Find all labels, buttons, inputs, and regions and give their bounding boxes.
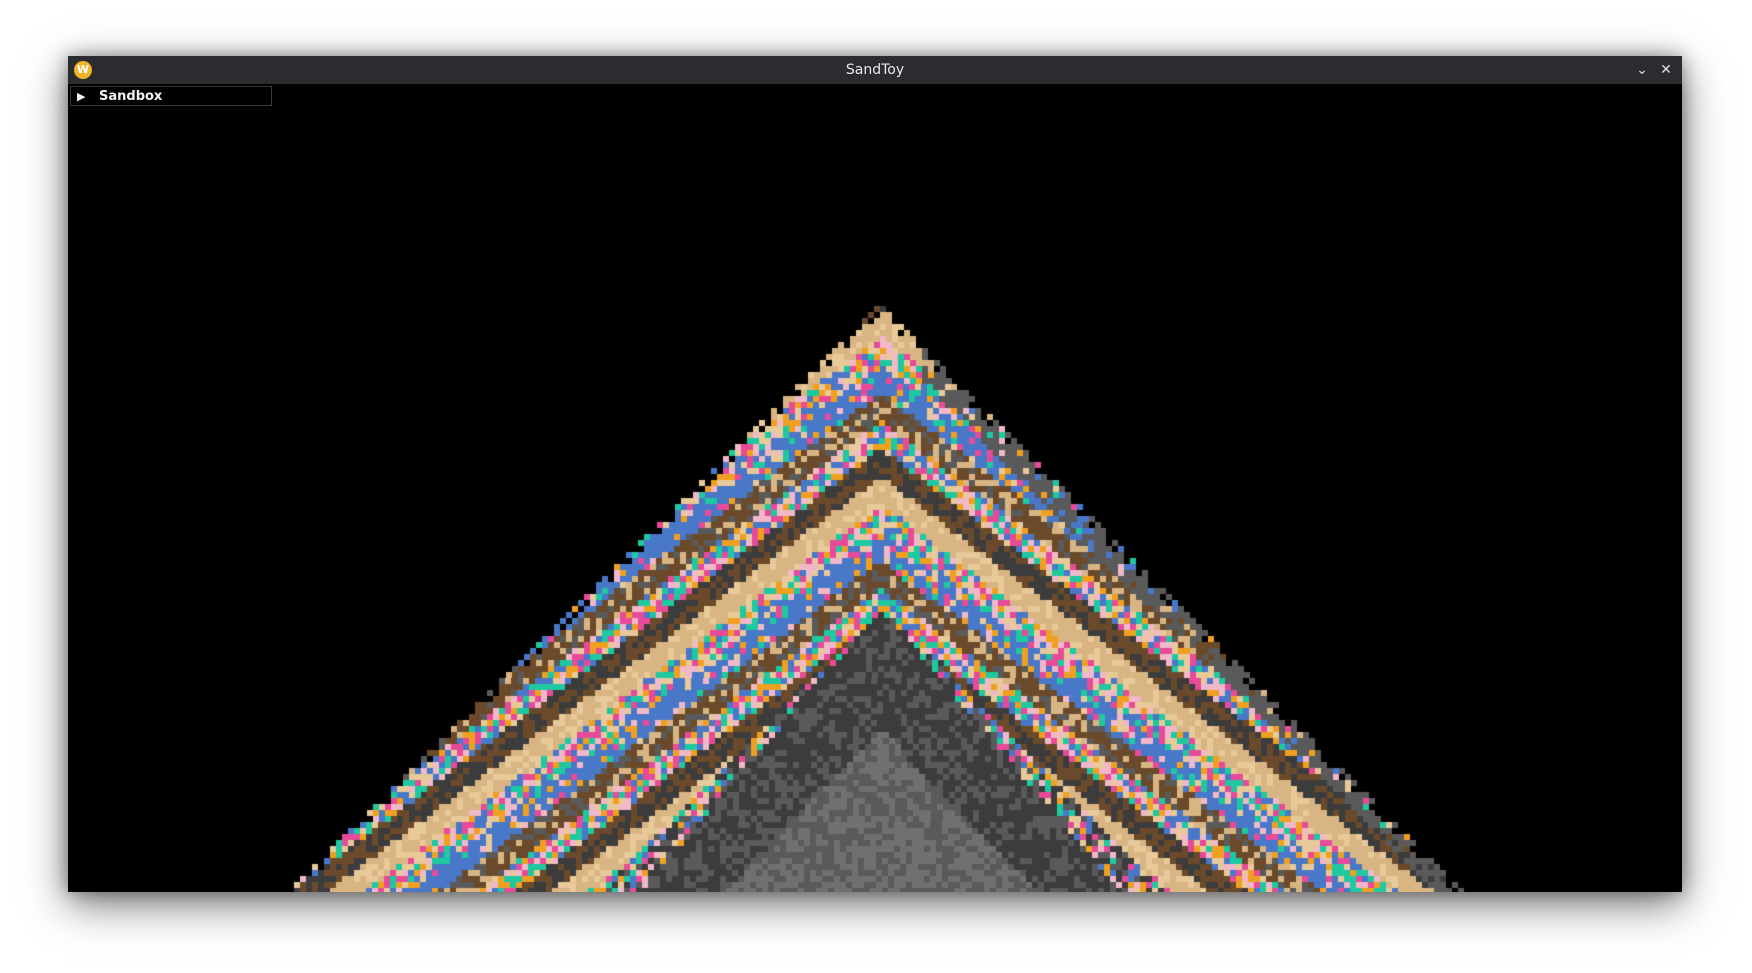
close-icon: ✕	[1660, 62, 1672, 78]
sandbox-panel-label: Sandbox	[99, 89, 163, 104]
close-button[interactable]: ✕	[1656, 60, 1676, 80]
title-bar[interactable]: W SandToy ⌄ ✕	[68, 56, 1682, 84]
app-window: W SandToy ⌄ ✕ ▶ Sandbox	[68, 56, 1682, 892]
collapse-arrow-icon[interactable]: ▶	[77, 87, 85, 107]
minimize-button[interactable]: ⌄	[1632, 60, 1652, 80]
sand-viewport[interactable]: ▶ Sandbox	[68, 84, 1682, 892]
window-title: SandToy	[845, 62, 905, 78]
sandbox-panel-header[interactable]: ▶ Sandbox	[70, 86, 272, 106]
chevron-down-icon: ⌄	[1636, 62, 1648, 78]
sand-simulation-canvas[interactable]	[68, 84, 1682, 892]
